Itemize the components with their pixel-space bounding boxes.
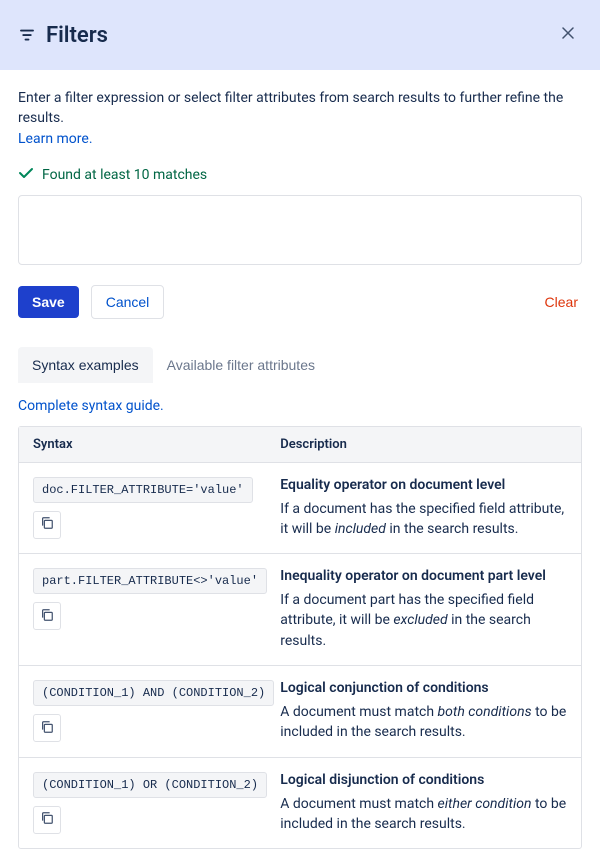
tab-available-attributes[interactable]: Available filter attributes bbox=[153, 347, 329, 383]
learn-more-link[interactable]: Learn more. bbox=[18, 131, 93, 147]
code-snippet: (CONDITION_1) AND (CONDITION_2) bbox=[33, 680, 274, 706]
cancel-button[interactable]: Cancel bbox=[91, 285, 165, 319]
filter-expression-input[interactable] bbox=[18, 195, 582, 265]
dialog-content: Enter a filter expression or select filt… bbox=[0, 70, 600, 867]
description-title: Inequality operator on document part lev… bbox=[280, 568, 567, 584]
description-text: A document must match either condition t… bbox=[280, 794, 567, 835]
description-title: Logical conjunction of conditions bbox=[280, 680, 567, 696]
description-cell: Logical disjunction of conditions A docu… bbox=[266, 772, 581, 835]
header-left: Filters bbox=[18, 23, 108, 48]
clear-button[interactable]: Clear bbox=[541, 286, 582, 318]
table-row: part.FILTER_ATTRIBUTE<>'value' Inequalit… bbox=[19, 554, 581, 666]
description-text: If a document part has the specified fie… bbox=[280, 590, 567, 651]
table-row: (CONDITION_1) OR (CONDITION_2) Logical d… bbox=[19, 758, 581, 849]
close-button[interactable] bbox=[554, 22, 582, 48]
syntax-cell: part.FILTER_ATTRIBUTE<>'value' bbox=[19, 568, 266, 651]
col-header-description: Description bbox=[266, 427, 581, 462]
description-text: A document must match both conditions to… bbox=[280, 702, 567, 743]
copy-button[interactable] bbox=[33, 602, 61, 630]
copy-icon bbox=[40, 516, 54, 533]
copy-button[interactable] bbox=[33, 714, 61, 742]
filter-icon bbox=[18, 26, 36, 44]
syntax-table: Syntax Description doc.FILTER_ATTRIBUTE=… bbox=[18, 426, 582, 850]
table-row: (CONDITION_1) AND (CONDITION_2) Logical … bbox=[19, 666, 581, 758]
copy-icon bbox=[40, 608, 54, 625]
description-text: If a document has the specified field at… bbox=[280, 499, 567, 540]
table-header: Syntax Description bbox=[19, 427, 581, 463]
status-text: Found at least 10 matches bbox=[42, 167, 207, 183]
save-button[interactable]: Save bbox=[18, 286, 79, 318]
copy-icon bbox=[40, 720, 54, 737]
table-row: doc.FILTER_ATTRIBUTE='value' Equality op… bbox=[19, 463, 581, 555]
description-title: Equality operator on document level bbox=[280, 477, 567, 493]
code-snippet: (CONDITION_1) OR (CONDITION_2) bbox=[33, 772, 267, 798]
syntax-guide-link[interactable]: Complete syntax guide. bbox=[18, 398, 164, 414]
tab-syntax-examples[interactable]: Syntax examples bbox=[18, 347, 153, 383]
button-row: Save Cancel Clear bbox=[18, 285, 582, 319]
copy-button[interactable] bbox=[33, 511, 61, 539]
close-icon bbox=[562, 26, 574, 43]
intro-text: Enter a filter expression or select filt… bbox=[18, 88, 582, 129]
col-header-syntax: Syntax bbox=[19, 427, 266, 462]
syntax-cell: (CONDITION_1) AND (CONDITION_2) bbox=[19, 680, 266, 743]
dialog-header: Filters bbox=[0, 0, 600, 70]
description-cell: Equality operator on document level If a… bbox=[266, 477, 581, 540]
tabs: Syntax examples Available filter attribu… bbox=[18, 347, 582, 384]
status-message: Found at least 10 matches bbox=[18, 165, 582, 185]
check-icon bbox=[18, 165, 34, 185]
description-title: Logical disjunction of conditions bbox=[280, 772, 567, 788]
description-cell: Inequality operator on document part lev… bbox=[266, 568, 581, 651]
code-snippet: doc.FILTER_ATTRIBUTE='value' bbox=[33, 477, 253, 503]
code-snippet: part.FILTER_ATTRIBUTE<>'value' bbox=[33, 568, 267, 594]
page-title: Filters bbox=[46, 23, 108, 48]
copy-icon bbox=[40, 811, 54, 828]
syntax-cell: doc.FILTER_ATTRIBUTE='value' bbox=[19, 477, 266, 540]
description-cell: Logical conjunction of conditions A docu… bbox=[266, 680, 581, 743]
copy-button[interactable] bbox=[33, 806, 61, 834]
syntax-cell: (CONDITION_1) OR (CONDITION_2) bbox=[19, 772, 266, 835]
